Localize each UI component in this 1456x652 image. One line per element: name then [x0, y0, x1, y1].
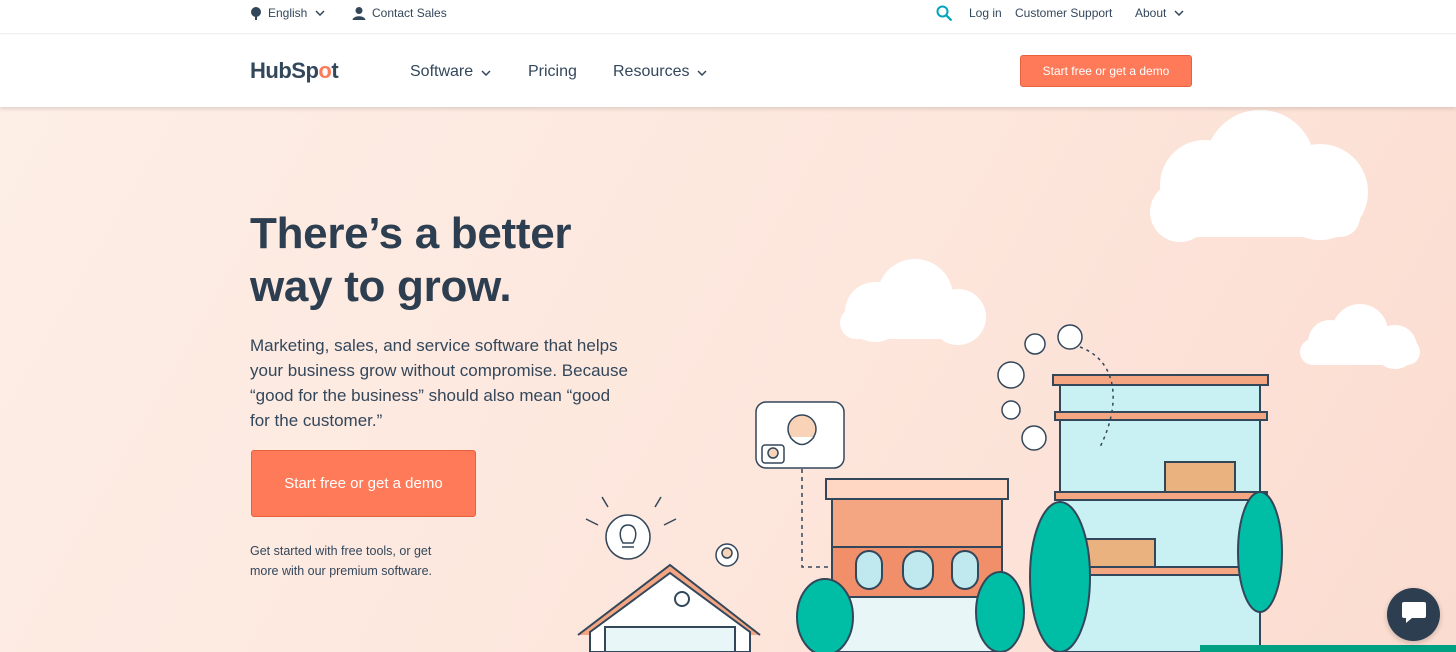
hero-cta-label: Start free or get a demo: [284, 475, 443, 492]
nav-pricing[interactable]: Pricing: [528, 59, 577, 85]
nav-cta-label: Start free or get a demo: [1042, 64, 1170, 78]
customer-support-link[interactable]: Customer Support: [1015, 0, 1112, 26]
chat-icon: [1401, 600, 1427, 629]
ground-strip: [1200, 645, 1456, 652]
contact-sales-link[interactable]: Contact Sales: [352, 0, 447, 26]
customer-support-label: Customer Support: [1015, 6, 1113, 20]
hero-illustration: [577, 110, 1456, 652]
hero-section: There’s a better way to grow. Marketing,…: [0, 107, 1456, 652]
small-house: [577, 563, 761, 652]
about-menu[interactable]: About: [1135, 0, 1184, 26]
chevron-down-icon: [315, 10, 325, 16]
hubspot-logo[interactable]: HubSp o t: [250, 57, 339, 85]
cloud-medium: [840, 259, 986, 345]
nav-pricing-label: Pricing: [528, 63, 577, 80]
cloud-large: [1150, 110, 1368, 242]
hero-start-free-button[interactable]: Start free or get a demo: [251, 450, 476, 517]
nav-resources[interactable]: Resources: [613, 59, 708, 85]
chevron-down-icon: [481, 63, 491, 81]
hero-note: Get started with free tools, or get more…: [250, 544, 433, 578]
search-icon: [936, 5, 952, 21]
utility-bar: English Contact Sales Log in Customer Su…: [0, 0, 1456, 34]
contact-person-icon: [352, 6, 366, 20]
chevron-down-icon: [1174, 10, 1184, 16]
lightbulb-icon: [585, 496, 677, 560]
language-selector[interactable]: English: [250, 0, 325, 26]
logo-text-end: t: [331, 58, 339, 83]
nav-start-free-button[interactable]: Start free or get a demo: [1020, 55, 1192, 87]
nav-software-label: Software: [410, 63, 474, 80]
video-call-card: [755, 401, 845, 469]
globe-icon: [250, 6, 262, 20]
chat-launcher-button[interactable]: [1387, 588, 1440, 641]
headline-line-1: There’s a better: [250, 209, 572, 258]
headline-line-2: way to grow.: [250, 262, 512, 311]
language-label: English: [268, 6, 308, 20]
chevron-down-icon: [697, 63, 708, 81]
main-nav: HubSp o t Software Pricing Resources Start…: [0, 35, 1456, 107]
login-label: Log in: [969, 6, 1002, 20]
nav-resources-label: Resources: [613, 63, 690, 80]
logo-text: HubSp: [250, 58, 319, 83]
dashed-connector: [801, 469, 828, 568]
about-label: About: [1135, 6, 1167, 20]
cloud-small: [1300, 304, 1420, 369]
logo-sprocket: o: [318, 58, 332, 83]
search-button[interactable]: [936, 0, 952, 26]
contact-sales-label: Contact Sales: [372, 6, 447, 20]
nav-software[interactable]: Software: [410, 59, 491, 85]
login-link[interactable]: Log in: [969, 0, 1002, 26]
avatar-icon-small: [715, 543, 739, 567]
